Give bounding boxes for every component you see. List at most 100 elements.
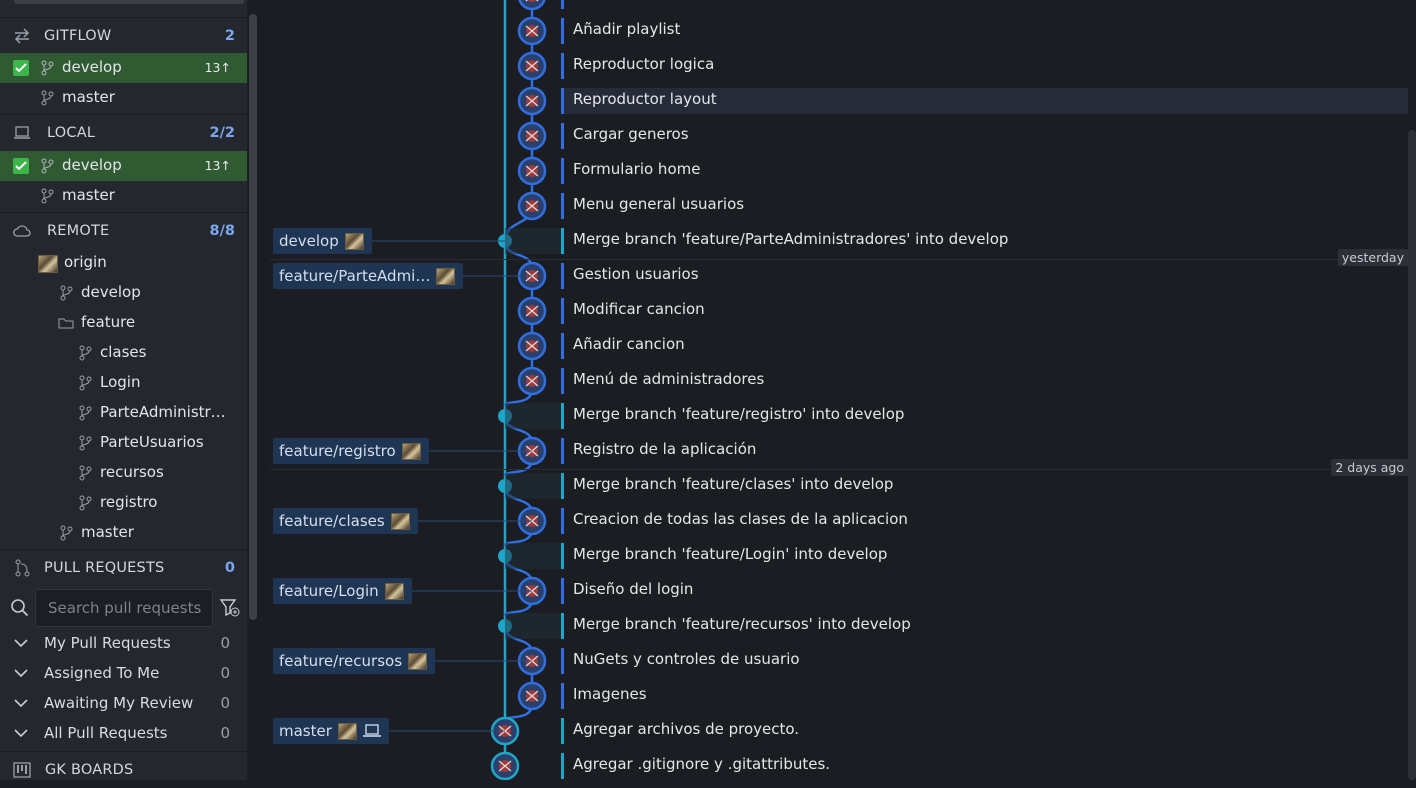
ref-feature-registro[interactable]: feature/registro	[273, 438, 429, 464]
section-gk-boards[interactable]: GK BOARDS	[0, 751, 247, 788]
pr-group-assigned[interactable]: Assigned To Me 0	[0, 659, 247, 689]
remote-label: origin	[64, 253, 107, 271]
branch-icon	[79, 405, 92, 421]
pr-group-awaiting[interactable]: Awaiting My Review 0	[0, 689, 247, 719]
avatar	[436, 267, 456, 285]
board-icon	[13, 762, 31, 778]
commit-message[interactable]: Reproductor layout	[573, 90, 717, 108]
commit-message[interactable]: Modificar cancion	[573, 300, 705, 318]
commit-message[interactable]: Registro de la aplicación	[573, 440, 756, 458]
branch-icon	[79, 465, 92, 481]
commit-lane-bar	[561, 193, 564, 219]
commit-message[interactable]: Creacion de todas las clases de la aplic…	[573, 510, 908, 528]
remote-branch-master[interactable]: master	[0, 518, 247, 548]
avatar	[337, 722, 357, 740]
section-pull-requests[interactable]: PULL REQUESTS 0	[0, 549, 247, 586]
branch-label: master	[62, 186, 115, 204]
commit-message[interactable]: Merge branch 'feature/clases' into devel…	[573, 475, 893, 493]
remote-branch-clases[interactable]: clases	[0, 338, 247, 368]
section-local[interactable]: LOCAL 2/2	[0, 114, 247, 151]
commit-message[interactable]: Agregar .gitignore y .gitattributes.	[573, 755, 830, 773]
commit-lane-bar	[561, 88, 564, 114]
search-icon	[11, 599, 29, 617]
remote-branch-recursos[interactable]: recursos	[0, 458, 247, 488]
ref-label: feature/registro	[279, 442, 396, 460]
branch-label: registro	[100, 493, 158, 511]
remote-branch-develop[interactable]: develop	[0, 278, 247, 308]
branch-icon	[79, 435, 92, 451]
local-branch-develop[interactable]: develop 13↑	[0, 151, 247, 181]
ref-label: feature/recursos	[279, 652, 403, 670]
ref-label: feature/clases	[279, 512, 385, 530]
section-count: 2	[224, 28, 235, 44]
gitflow-icon	[14, 28, 30, 44]
commit-message[interactable]: Cargar generos	[573, 125, 689, 143]
remote-branch-parteadministradores[interactable]: ParteAdministr…	[0, 398, 247, 428]
ref-develop[interactable]: develop	[273, 228, 372, 254]
left-panel: GITFLOW 2 develop 13↑ master LOCAL 2/2 d…	[0, 0, 247, 780]
graph-scrollbar[interactable]	[1408, 130, 1416, 780]
ref-feature-login[interactable]: feature/Login	[273, 578, 412, 604]
pull-request-icon	[15, 559, 30, 577]
commit-message[interactable]: Imagenes	[573, 685, 647, 703]
commit-lane-bar	[561, 543, 564, 569]
remote-folder-feature[interactable]: feature	[0, 308, 247, 338]
avatar	[401, 442, 421, 460]
remote-branch-registro[interactable]: registro	[0, 488, 247, 518]
folder-icon	[58, 318, 74, 329]
commit-message[interactable]: Gestion usuarios	[573, 265, 699, 283]
section-count: 0	[224, 560, 235, 576]
branch-label: Login	[100, 373, 141, 391]
ref-feature-clases[interactable]: feature/clases	[273, 508, 418, 534]
section-gitflow[interactable]: GITFLOW 2	[0, 17, 247, 54]
scroll-top-stub	[14, 0, 244, 4]
ref-feature-recursos[interactable]: feature/recursos	[273, 648, 436, 674]
pr-group-my[interactable]: My Pull Requests 0	[0, 629, 247, 659]
commit-message[interactable]: Merge branch 'feature/recursos' into dev…	[573, 615, 911, 633]
commit-message[interactable]: Merge branch 'feature/Login' into develo…	[573, 545, 887, 563]
section-count: 8/8	[209, 223, 235, 239]
remote-origin[interactable]: origin	[0, 248, 247, 278]
commit-message[interactable]: Buscar	[573, 0, 624, 3]
ref-feature-parteadmin[interactable]: feature/ParteAdmi…	[273, 263, 464, 289]
gitflow-branch-develop[interactable]: develop 13↑	[0, 53, 247, 83]
gitflow-branch-master[interactable]: master	[0, 83, 247, 113]
commit-lane-bar	[561, 753, 564, 779]
local-branch-master[interactable]: master	[0, 181, 247, 211]
commit-message[interactable]: Menu general usuarios	[573, 195, 744, 213]
laptop-icon	[362, 724, 381, 737]
date-separator	[270, 259, 1408, 260]
commit-message[interactable]: Merge branch 'feature/ParteAdministrador…	[573, 230, 1008, 248]
date-tag-yesterday: yesterday	[1337, 249, 1408, 266]
branch-label: develop	[81, 283, 141, 301]
cloud-icon	[13, 225, 31, 237]
branch-icon	[41, 158, 54, 174]
commit-message[interactable]: Añadir playlist	[573, 20, 680, 38]
commit-graph-panel	[262, 0, 1416, 780]
remote-branch-login[interactable]: Login	[0, 368, 247, 398]
pr-group-all[interactable]: All Pull Requests 0	[0, 719, 247, 749]
search-pull-requests-input[interactable]: Search pull requests	[35, 589, 213, 627]
ref-label: master	[279, 722, 332, 740]
filter-icon[interactable]	[219, 597, 241, 619]
branch-label: clases	[100, 343, 147, 361]
commit-message[interactable]: Agregar archivos de proyecto.	[573, 720, 799, 738]
commit-lane-bar	[561, 228, 564, 254]
ahead-count: 13↑	[204, 60, 231, 75]
commit-lane-bar	[561, 403, 564, 429]
commit-message[interactable]: Merge branch 'feature/registro' into dev…	[573, 405, 904, 423]
pr-group-label: All Pull Requests	[44, 724, 168, 742]
commit-message[interactable]: Reproductor logica	[573, 55, 714, 73]
ref-master[interactable]: master	[273, 718, 389, 744]
commit-message[interactable]: Menú de administradores	[573, 370, 764, 388]
commit-lane-bar	[561, 123, 564, 149]
commit-message[interactable]: NuGets y controles de usuario	[573, 650, 800, 668]
commit-message[interactable]: Formulario home	[573, 160, 700, 178]
sidebar-scrollbar[interactable]	[249, 14, 257, 620]
avatar	[38, 255, 58, 273]
laptop-icon	[14, 126, 30, 139]
commit-message[interactable]: Añadir cancion	[573, 335, 685, 353]
commit-message[interactable]: Diseño del login	[573, 580, 693, 598]
remote-branch-parteusuarios[interactable]: ParteUsuarios	[0, 428, 247, 458]
section-remote[interactable]: REMOTE 8/8	[0, 212, 247, 249]
